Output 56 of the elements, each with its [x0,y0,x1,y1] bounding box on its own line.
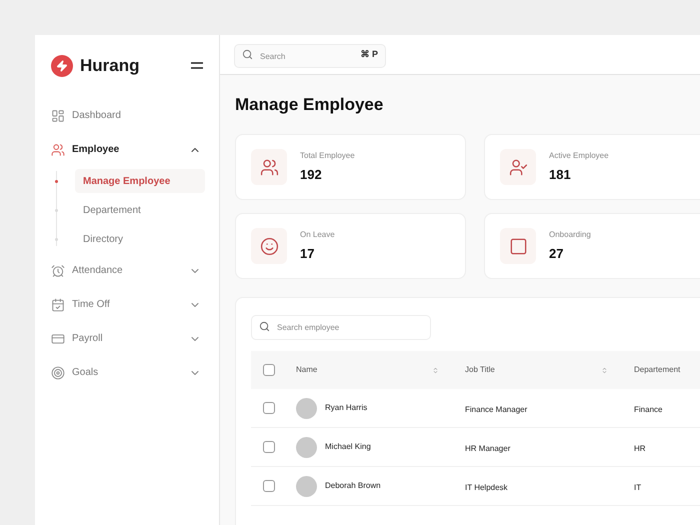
stat-label: Active Employee [549,150,609,162]
table-cell: Ryan Harris [325,402,368,414]
avatar [296,436,317,458]
column-header: Job Title [465,364,496,376]
stat-icon [251,149,287,185]
nav-icon [51,298,65,312]
avatar [296,476,317,496]
table-cell: HR Manager [465,444,510,453]
stat-value: 181 [549,166,572,184]
sort-icon [601,366,608,374]
table-cell: Deborah Brown [325,480,381,492]
table-cell: HR [634,444,646,453]
nav-subitem[interactable]: Directory [75,227,205,251]
stat-icon [251,228,287,264]
nav-item[interactable]: Goals [49,356,205,390]
search-field[interactable]: Search employee [251,315,431,340]
nav-icon [51,366,65,380]
brand-name: Hurang [80,55,140,77]
table-cell: Finance Manager [465,405,528,414]
nav-icon [51,142,65,156]
column-header: Departement [634,364,682,376]
column-header: Name [296,364,318,376]
nav-icon [51,264,65,278]
stat-icon [500,228,536,264]
nav-icon [51,332,65,346]
checkbox[interactable] [263,402,275,414]
page-title: Manage Employee [235,94,384,116]
search-icon [259,321,270,332]
nav-item[interactable]: Time Off [49,288,205,322]
stat-icon [500,149,536,185]
menu-icon[interactable] [191,62,203,70]
search-icon [242,48,253,60]
sort-icon [432,366,439,374]
stat-label: Onboarding [549,228,591,241]
checkbox[interactable] [263,480,275,492]
stat-value: 192 [300,166,323,184]
table-cell: IT Helpdesk [465,483,508,492]
stat-value: 27 [549,244,564,263]
nav-icon [51,108,65,122]
nav-item[interactable]: Employee [49,132,205,166]
table-cell: Michael King [325,441,371,453]
table-cell: Finance [634,405,662,414]
stat-label: On Leave [300,228,335,241]
stat-label: Total Employee [300,150,355,162]
checkbox[interactable] [263,364,275,376]
checkbox[interactable] [263,441,275,453]
avatar [296,398,317,418]
nav-subitem[interactable]: Manage Employee [75,169,205,193]
shortcut-label: ⌘ P [360,48,378,60]
table-cell: IT [634,483,642,492]
nav-item[interactable]: Dashboard [49,98,205,132]
logo-icon [51,54,73,77]
nav-item[interactable]: Attendance [49,254,205,288]
nav-subitem[interactable]: Departement [75,198,205,222]
stat-value: 17 [300,244,316,263]
nav-item[interactable]: Payroll [49,322,205,356]
